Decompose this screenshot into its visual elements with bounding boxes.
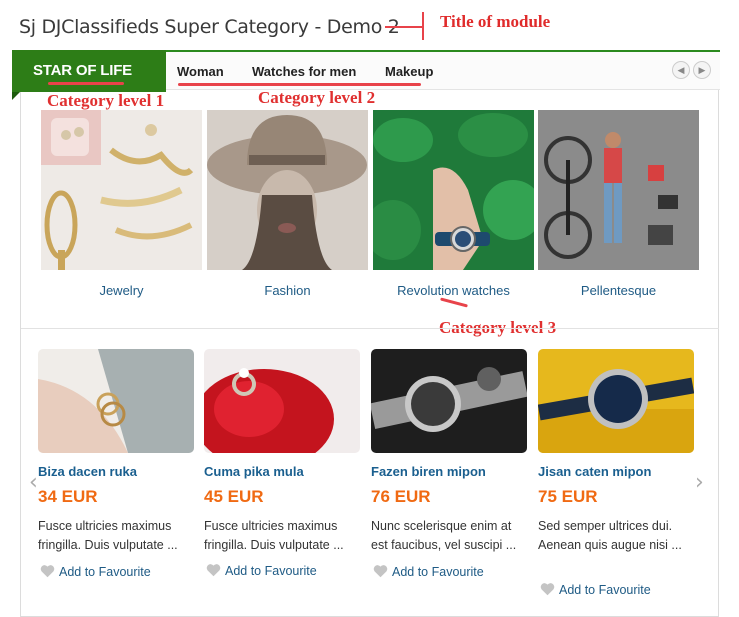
product-price: 34 EUR	[38, 487, 98, 506]
add-to-favourite-button[interactable]: Add to Favourite	[206, 563, 317, 580]
tab-makeup[interactable]: Makeup	[385, 64, 433, 79]
category-link-fashion[interactable]: Fashion	[207, 283, 368, 298]
product-title[interactable]: Cuma pika mula	[204, 464, 304, 479]
annotation-category-level-1: Category level 1	[47, 91, 165, 110]
carousel-prev-button[interactable]: ‹	[29, 470, 38, 495]
heart-icon	[40, 564, 56, 581]
annotation-bracket	[422, 12, 424, 40]
product-image[interactable]	[538, 349, 694, 453]
category-link-jewelry[interactable]: Jewelry	[41, 283, 202, 298]
annotation-underline	[48, 82, 124, 85]
carousel-next-button[interactable]: ›	[695, 470, 704, 495]
category-image-jewelry[interactable]	[41, 110, 202, 270]
add-to-favourite-button[interactable]: Add to Favourite	[373, 564, 484, 581]
tab-watches-for-men[interactable]: Watches for men	[252, 64, 356, 79]
section-divider	[21, 328, 719, 329]
tab-woman[interactable]: Woman	[177, 64, 224, 79]
annotation-underline	[178, 83, 421, 86]
chevron-left-icon: ‹	[29, 470, 38, 495]
category-image-fashion[interactable]	[207, 110, 368, 270]
heart-icon	[206, 563, 222, 580]
heart-icon	[373, 564, 389, 581]
annotation-title-of-module: Title of module	[440, 12, 551, 31]
tabs-next-button[interactable]: ▶	[693, 61, 711, 79]
product-title[interactable]: Biza dacen ruka	[38, 464, 137, 479]
product-description: Nunc scelerisque enim at est faucibus, v…	[371, 519, 517, 552]
product-description: Sed semper ultrices dui. Aenean quis aug…	[538, 519, 682, 552]
add-to-favourite-button[interactable]: Add to Favourite	[40, 564, 151, 581]
category-link-revolution-watches[interactable]: Revolution watches	[373, 283, 534, 298]
product-image[interactable]	[371, 349, 527, 453]
product-description: Fusce ultricies maximus fringilla. Duis …	[38, 519, 178, 552]
category-link-pellentesque[interactable]: Pellentesque	[538, 283, 699, 298]
category-image-pellentesque[interactable]	[538, 110, 699, 270]
product-price: 75 EUR	[538, 487, 598, 506]
product-price: 45 EUR	[204, 487, 264, 506]
product-image[interactable]	[38, 349, 194, 453]
tab-star-of-life[interactable]: STAR OF LIFE	[12, 50, 166, 100]
heart-icon	[540, 582, 556, 599]
category-image-revolution-watches[interactable]	[373, 110, 534, 270]
chevron-right-icon: ›	[695, 470, 704, 495]
chevron-right-icon: ▶	[698, 65, 706, 75]
chevron-left-icon: ◀	[677, 65, 685, 75]
add-to-favourite-label: Add to Favourite	[392, 564, 484, 579]
product-description: Fusce ultricies maximus fringilla. Duis …	[204, 519, 344, 552]
tabs-prev-button[interactable]: ◀	[672, 61, 690, 79]
annotation-bracket	[385, 26, 423, 28]
product-image[interactable]	[204, 349, 360, 453]
add-to-favourite-label: Add to Favourite	[559, 582, 651, 597]
add-to-favourite-label: Add to Favourite	[59, 564, 151, 579]
product-title[interactable]: Jisan caten mipon	[538, 464, 651, 479]
add-to-favourite-label: Add to Favourite	[225, 563, 317, 578]
module-title: Sj DJClassifieds Super Category - Demo 2	[19, 16, 400, 38]
add-to-favourite-button[interactable]: Add to Favourite	[540, 582, 651, 599]
product-price: 76 EUR	[371, 487, 431, 506]
product-title[interactable]: Fazen biren mipon	[371, 464, 486, 479]
annotation-category-level-2: Category level 2	[258, 88, 376, 107]
